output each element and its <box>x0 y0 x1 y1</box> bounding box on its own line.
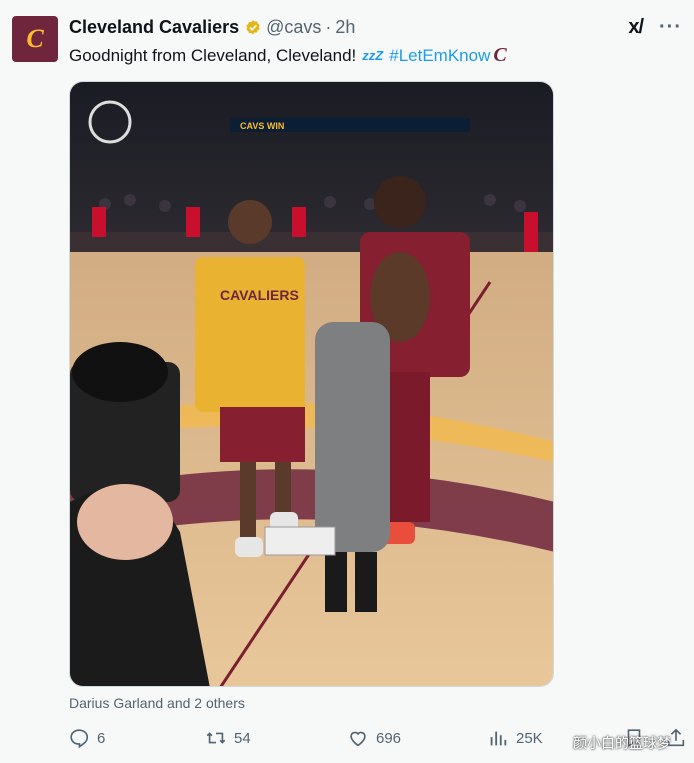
more-icon[interactable]: ··· <box>659 16 682 39</box>
views-count: 25K <box>516 729 543 747</box>
separator-dot: · <box>325 17 332 37</box>
hashflag-icon: C <box>493 44 507 66</box>
watermark-text: 颜小白的篮球梦 <box>573 735 671 751</box>
zzz-emoji: zzZ <box>362 48 384 63</box>
account-name[interactable]: Cleveland Cavaliers <box>69 17 239 38</box>
hashtag-link[interactable]: #LetEmKnow <box>389 46 490 66</box>
account-handle[interactable]: @cavs <box>266 17 321 38</box>
reply-count: 6 <box>97 729 106 747</box>
tweet: C Cleveland Cavaliers @cavs · 2h x/ ··· … <box>0 0 694 763</box>
like-count: 696 <box>376 729 402 747</box>
top-icons: x/ ··· <box>628 16 682 39</box>
views-button[interactable]: 25K <box>487 727 543 749</box>
like-button[interactable]: 696 <box>347 727 401 749</box>
arena-banner-text: CAVS WIN <box>240 121 284 131</box>
post-text: Goodnight from Cleveland, Cleveland! zzZ… <box>69 44 507 67</box>
photo-illustration: CAVS WIN CAVALIERS <box>70 82 553 686</box>
avatar[interactable]: C <box>12 16 58 62</box>
reply-button[interactable]: 6 <box>68 727 105 749</box>
post-time[interactable]: 2h <box>335 17 355 38</box>
heart-icon <box>350 731 366 747</box>
grok-icon[interactable]: x/ <box>628 16 644 39</box>
retweet-button[interactable]: 54 <box>205 727 251 749</box>
retweet-icon <box>206 732 226 744</box>
tweet-header: Cleveland Cavaliers @cavs · 2h <box>69 17 355 38</box>
avatar-logo: C <box>26 24 44 53</box>
retweet-count: 54 <box>234 729 251 747</box>
verified-badge-icon <box>244 19 262 37</box>
post-body: Goodnight from Cleveland, Cleveland! <box>69 45 357 65</box>
jersey-text: CAVALIERS <box>220 287 299 303</box>
post-photo[interactable]: CAVS WIN CAVALIERS <box>69 81 554 687</box>
tagged-users[interactable]: Darius Garland and 2 others <box>69 695 245 711</box>
views-chart-icon <box>490 731 507 746</box>
reply-icon <box>70 729 89 749</box>
